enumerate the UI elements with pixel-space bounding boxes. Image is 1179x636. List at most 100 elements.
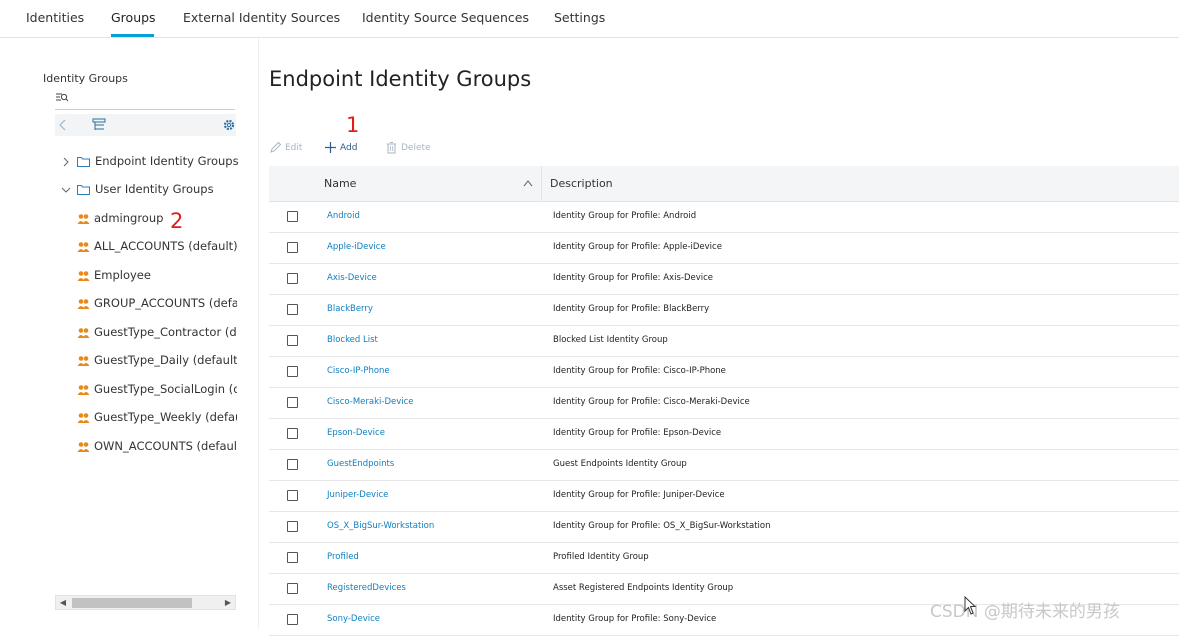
group-name-link[interactable]: Cisco-Meraki-Device	[327, 397, 414, 407]
mouse-cursor-icon	[964, 596, 977, 615]
page-title: Endpoint Identity Groups	[269, 67, 532, 91]
folder-icon	[77, 157, 90, 167]
tree-leaf-label: ALL_ACCOUNTS (default)	[94, 239, 237, 253]
row-checkbox[interactable]	[287, 335, 298, 346]
row-checkbox[interactable]	[287, 552, 298, 563]
tree-leaf-guesttype-contractor[interactable]: GuestType_Contractor (default)	[77, 325, 237, 343]
gear-icon[interactable]	[222, 118, 236, 132]
tab-settings[interactable]: Settings	[554, 10, 605, 25]
row-checkbox[interactable]	[287, 428, 298, 439]
tab-identities[interactable]: Identities	[26, 10, 84, 25]
tree-leaf-all-accounts[interactable]: ALL_ACCOUNTS (default)	[77, 239, 237, 257]
trash-icon	[387, 142, 396, 154]
sort-ascending-icon[interactable]	[523, 179, 533, 187]
group-name-link[interactable]: Android	[327, 211, 360, 221]
table-row[interactable]: BlackBerry Identity Group for Profile: Bl…	[269, 295, 1179, 326]
group-description: Identity Group for Profile: Android	[553, 211, 697, 221]
group-name-link[interactable]: Epson-Device	[327, 428, 385, 438]
tab-identity-source-sequences[interactable]: Identity Source Sequences	[362, 10, 529, 25]
group-description: Blocked List Identity Group	[553, 335, 668, 345]
table-row[interactable]: Epson-Device Identity Group for Profile: …	[269, 419, 1179, 450]
group-name-link[interactable]: Sony-Device	[327, 614, 380, 624]
group-name-link[interactable]: GuestEndpoints	[327, 459, 394, 469]
group-name-link[interactable]: RegisteredDevices	[327, 583, 406, 593]
table-row[interactable]: Cisco-Meraki-Device Identity Group for Pr…	[269, 388, 1179, 419]
table-row[interactable]: Apple-iDevice Identity Group for Profile:…	[269, 233, 1179, 264]
tree-leaf-label: GuestType_Contractor (default)	[94, 325, 237, 339]
group-description: Identity Group for Profile: Apple-iDevic…	[553, 242, 722, 252]
group-name-link[interactable]: Axis-Device	[327, 273, 377, 283]
row-checkbox[interactable]	[287, 583, 298, 594]
table-row[interactable]: Axis-Device Identity Group for Profile: A…	[269, 264, 1179, 295]
tree-leaf-own-accounts[interactable]: OWN_ACCOUNTS (default)	[77, 439, 237, 457]
group-description: Identity Group for Profile: Epson-Device	[553, 428, 722, 438]
chevron-down-icon[interactable]	[61, 185, 71, 195]
tree-leaf-label: GuestType_SocialLogin (default)	[94, 382, 237, 396]
row-checkbox[interactable]	[287, 304, 298, 315]
scroll-right-icon[interactable]: ▶	[224, 598, 232, 607]
tree-node-label: User Identity Groups	[95, 182, 214, 196]
active-tab-indicator	[111, 34, 154, 37]
tab-external-identity-sources[interactable]: External Identity Sources	[183, 10, 340, 25]
group-description: Identity Group for Profile: Juniper-Devi…	[553, 490, 725, 500]
plus-icon	[325, 142, 336, 153]
tree-leaf-label: GuestType_Daily (default)	[94, 353, 237, 367]
user-group-icon	[77, 385, 90, 395]
group-name-link[interactable]: OS_X_BigSur-Workstation	[327, 521, 434, 531]
row-checkbox[interactable]	[287, 273, 298, 284]
tab-groups[interactable]: Groups	[111, 10, 156, 25]
panel-title: Identity Groups	[43, 72, 128, 85]
row-checkbox[interactable]	[287, 397, 298, 408]
tree-node-endpoint-identity-groups[interactable]: Endpoint Identity Groups	[61, 154, 241, 172]
table-row[interactable]: Juniper-Device Identity Group for Profile…	[269, 481, 1179, 512]
column-header-name[interactable]: Name	[324, 177, 356, 190]
group-name-link[interactable]: Profiled	[327, 552, 359, 562]
watermark: CSDN @期待未来的男孩	[930, 602, 1120, 622]
row-checkbox[interactable]	[287, 490, 298, 501]
table-row[interactable]: OS_X_BigSur-Workstation Identity Group fo…	[269, 512, 1179, 543]
group-name-link[interactable]: Apple-iDevice	[327, 242, 386, 252]
identity-groups-panel: Identity Groups Endpoint Identity Groups…	[0, 38, 250, 629]
folder-icon	[77, 185, 90, 195]
user-group-icon	[77, 328, 90, 338]
tree-leaf-admingroup[interactable]: admingroup	[77, 211, 237, 229]
column-header-description[interactable]: Description	[550, 177, 613, 190]
tree-leaf-guesttype-sociallogin[interactable]: GuestType_SocialLogin (default)	[77, 382, 237, 400]
tree-list-icon[interactable]	[92, 118, 106, 132]
tree-leaf-employee[interactable]: Employee	[77, 268, 237, 286]
group-name-link[interactable]: Blocked List	[327, 335, 378, 345]
chevron-right-icon[interactable]	[61, 157, 71, 167]
row-checkbox[interactable]	[287, 614, 298, 625]
scrollbar-thumb[interactable]	[72, 598, 192, 608]
table-row[interactable]: Profiled Profiled Identity Group	[269, 543, 1179, 574]
edit-label: Edit	[285, 143, 303, 153]
horizontal-scrollbar[interactable]: ◀ ▶	[55, 595, 236, 610]
tree-leaf-group-accounts[interactable]: GROUP_ACCOUNTS (default)	[77, 296, 237, 314]
table-header: Name Description	[269, 166, 1179, 202]
scroll-left-icon[interactable]: ◀	[59, 598, 67, 607]
tree-leaf-label: Employee	[94, 268, 151, 282]
table-row[interactable]: Cisco-IP-Phone Identity Group for Profile…	[269, 357, 1179, 388]
group-description: Asset Registered Endpoints Identity Grou…	[553, 583, 734, 593]
row-checkbox[interactable]	[287, 521, 298, 532]
row-checkbox[interactable]	[287, 211, 298, 222]
group-name-link[interactable]: Cisco-IP-Phone	[327, 366, 390, 376]
tree-node-user-identity-groups[interactable]: User Identity Groups	[61, 182, 241, 200]
group-name-link[interactable]: BlackBerry	[327, 304, 373, 314]
tree-leaf-guesttype-daily[interactable]: GuestType_Daily (default)	[77, 353, 237, 371]
row-checkbox[interactable]	[287, 459, 298, 470]
panel-toolbar	[55, 114, 236, 136]
row-checkbox[interactable]	[287, 366, 298, 377]
user-group-icon	[77, 271, 90, 281]
search-input[interactable]	[55, 90, 235, 110]
table-row[interactable]: Blocked List Blocked List Identity Group	[269, 326, 1179, 357]
back-arrow-icon[interactable]	[57, 118, 71, 132]
group-name-link[interactable]: Juniper-Device	[327, 490, 388, 500]
tree-leaf-guesttype-weekly[interactable]: GuestType_Weekly (default)	[77, 410, 237, 428]
row-checkbox[interactable]	[287, 242, 298, 253]
annotation-marker-1: 1	[346, 113, 360, 137]
tree-leaf-label: GROUP_ACCOUNTS (default)	[94, 296, 237, 310]
table-row[interactable]: GuestEndpoints Guest Endpoints Identity G…	[269, 450, 1179, 481]
group-description: Guest Endpoints Identity Group	[553, 459, 687, 469]
table-row[interactable]: Android Identity Group for Profile: Andro…	[269, 202, 1179, 233]
